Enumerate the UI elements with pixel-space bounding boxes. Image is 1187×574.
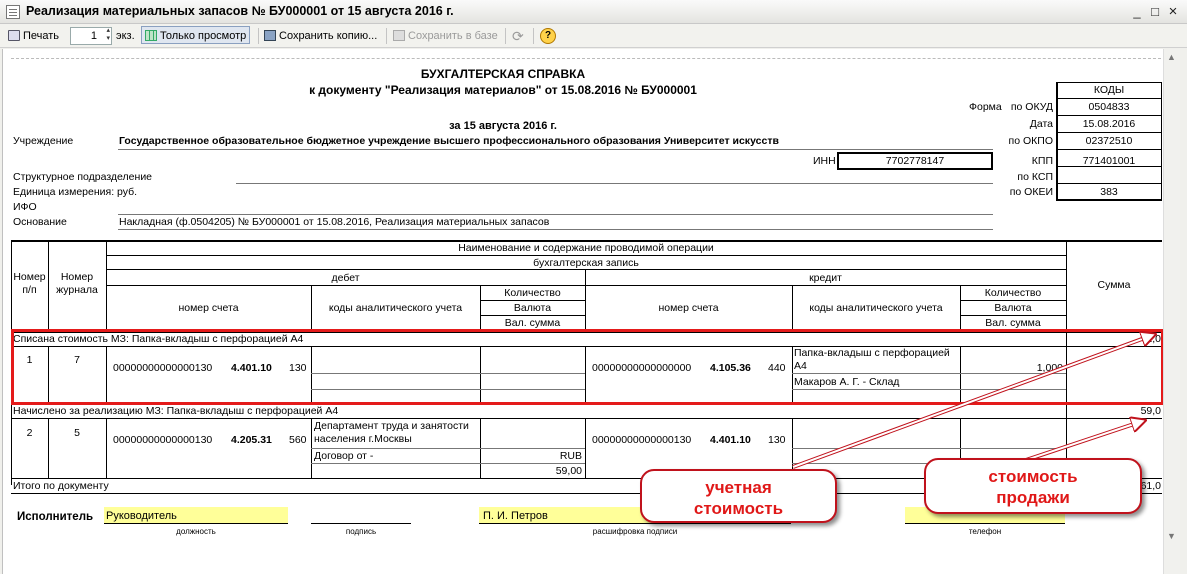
sale-callout: стоимость продажи: [924, 458, 1142, 514]
view-only-label: Только просмотр: [160, 30, 247, 42]
cost-callout-text: учетная стоимость: [693, 478, 784, 518]
scroll-down-icon[interactable]: ▼: [1167, 531, 1176, 541]
save-db-icon: [393, 30, 405, 41]
copies-stepper[interactable]: 1: [70, 27, 112, 45]
close-button[interactable]: ×: [1164, 3, 1182, 20]
sale-callout-text: стоимость продажи: [988, 467, 1078, 507]
document-window: Реализация материальных запасов № БУ0000…: [0, 0, 1187, 574]
report-sheet: БУХГАЛТЕРСКАЯ СПРАВКА к документу "Реали…: [2, 49, 1163, 574]
scroll-up-icon[interactable]: ▲: [1167, 52, 1176, 62]
save-copy-button[interactable]: Сохранить копию...: [264, 27, 377, 45]
toolbar: Печать 1 экз. Только просмотр Сохранить …: [0, 24, 1187, 48]
minimize-button[interactable]: _: [1128, 3, 1146, 20]
grid-icon: [145, 30, 157, 41]
cost-callout: учетная стоимость: [640, 469, 837, 523]
printer-icon: [8, 30, 20, 41]
refresh-icon[interactable]: ⟳: [512, 27, 524, 45]
help-icon[interactable]: ?: [540, 28, 556, 44]
print-button[interactable]: Печать: [8, 27, 59, 45]
window-title: Реализация материальных запасов № БУ0000…: [26, 4, 454, 18]
maximize-button[interactable]: □: [1146, 3, 1164, 20]
document-icon: [6, 5, 20, 19]
vertical-scrollbar[interactable]: ▲ ▼: [1163, 49, 1180, 574]
floppy-icon: [264, 30, 276, 41]
copies-unit: экз.: [116, 30, 135, 42]
view-only-toggle[interactable]: Только просмотр: [141, 26, 251, 44]
title-bar: Реализация материальных запасов № БУ0000…: [0, 0, 1187, 24]
save-db-button[interactable]: Сохранить в базе: [393, 27, 498, 45]
save-db-label: Сохранить в базе: [408, 30, 498, 42]
save-copy-label: Сохранить копию...: [279, 30, 378, 42]
print-label: Печать: [23, 30, 60, 42]
